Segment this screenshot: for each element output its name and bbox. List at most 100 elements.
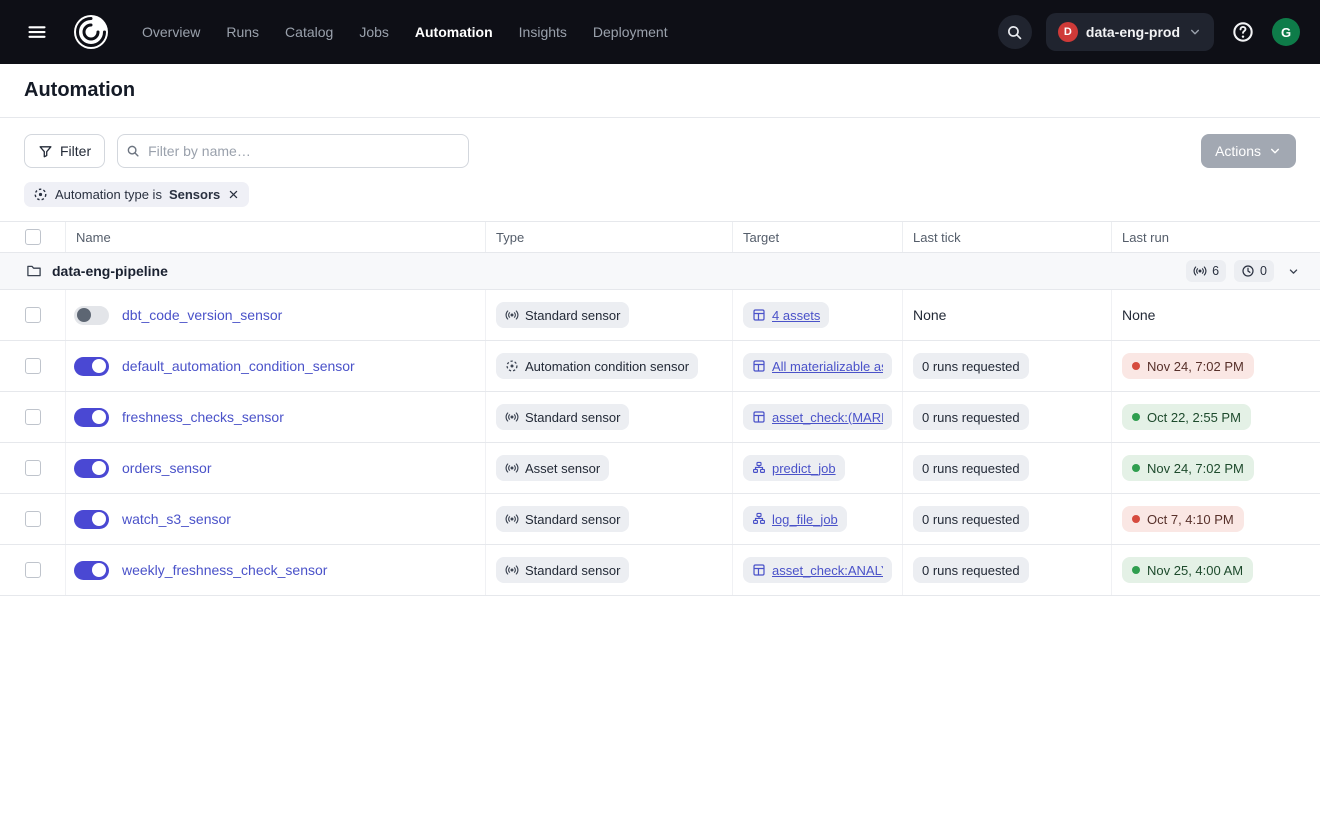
collapse-group-button[interactable] bbox=[1282, 260, 1304, 282]
automation-condition-icon bbox=[33, 187, 48, 202]
last-run-chip[interactable]: Nov 25, 4:00 AM bbox=[1122, 557, 1253, 583]
table-row: dbt_code_version_sensor Standard sensor … bbox=[0, 290, 1320, 341]
filter-icon bbox=[38, 144, 53, 159]
last-tick-chip: 0 runs requested bbox=[913, 506, 1029, 532]
row-checkbox[interactable] bbox=[25, 409, 41, 425]
name-filter bbox=[117, 134, 469, 168]
sensor-count-badge: 6 bbox=[1186, 260, 1226, 282]
nav-item-deployment[interactable]: Deployment bbox=[593, 24, 668, 40]
last-tick-chip: 0 runs requested bbox=[913, 353, 1029, 379]
hamburger-menu-icon[interactable] bbox=[20, 15, 54, 49]
row-checkbox[interactable] bbox=[25, 460, 41, 476]
table-row: freshness_checks_sensor Standard sensor … bbox=[0, 392, 1320, 443]
nav-item-insights[interactable]: Insights bbox=[519, 24, 567, 40]
job-icon bbox=[752, 512, 766, 526]
sensor-toggle[interactable] bbox=[74, 306, 109, 325]
target-chip[interactable]: All materializable as bbox=[743, 353, 892, 379]
row-checkbox[interactable] bbox=[25, 307, 41, 323]
deployment-switcher[interactable]: D data-eng-prod bbox=[1046, 13, 1214, 51]
last-run-chip[interactable]: Nov 24, 7:02 PM bbox=[1122, 353, 1254, 379]
last-tick-chip: 0 runs requested bbox=[913, 557, 1029, 583]
sensor-name-link[interactable]: default_automation_condition_sensor bbox=[122, 358, 355, 374]
last-run-value: None bbox=[1122, 307, 1155, 323]
actions-button[interactable]: Actions bbox=[1201, 134, 1296, 168]
last-run-chip[interactable]: Oct 22, 2:55 PM bbox=[1122, 404, 1251, 430]
last-run-chip[interactable]: Oct 7, 4:10 PM bbox=[1122, 506, 1244, 532]
filter-by-name-input[interactable] bbox=[117, 134, 469, 168]
help-button[interactable] bbox=[1228, 17, 1258, 47]
filter-chip-prefix: Automation type is bbox=[55, 187, 162, 202]
dagster-logo[interactable] bbox=[72, 13, 110, 51]
search-icon bbox=[1006, 24, 1023, 41]
sensor-type-chip: Standard sensor bbox=[496, 404, 629, 430]
target-chip[interactable]: asset_check:(MARK bbox=[743, 404, 892, 430]
sensor-toggle[interactable] bbox=[74, 561, 109, 580]
table-row: weekly_freshness_check_sensor Standard s… bbox=[0, 545, 1320, 596]
nav-item-runs[interactable]: Runs bbox=[226, 24, 259, 40]
column-header-name: Name bbox=[66, 222, 486, 252]
filter-chip-value: Sensors bbox=[169, 187, 220, 202]
row-checkbox[interactable] bbox=[25, 562, 41, 578]
page-title: Automation bbox=[24, 79, 135, 102]
select-all-checkbox[interactable] bbox=[25, 229, 41, 245]
nav-item-jobs[interactable]: Jobs bbox=[359, 24, 389, 40]
deployment-name: data-eng-prod bbox=[1086, 24, 1180, 40]
asset-icon bbox=[752, 563, 766, 577]
last-tick-chip: 0 runs requested bbox=[913, 455, 1029, 481]
sensor-name-link[interactable]: freshness_checks_sensor bbox=[122, 409, 284, 425]
chevron-down-icon bbox=[1188, 25, 1202, 39]
group-counts: 6 0 bbox=[1186, 260, 1304, 282]
primary-nav: Overview Runs Catalog Jobs Automation In… bbox=[142, 24, 668, 40]
sensor-toggle[interactable] bbox=[74, 459, 109, 478]
asset-icon bbox=[752, 410, 766, 424]
actions-button-label: Actions bbox=[1215, 143, 1261, 159]
code-location-group-row: data-eng-pipeline 6 0 bbox=[0, 253, 1320, 290]
row-checkbox[interactable] bbox=[25, 358, 41, 374]
status-dot-icon bbox=[1132, 515, 1140, 523]
target-chip[interactable]: log_file_job bbox=[743, 506, 847, 532]
nav-item-overview[interactable]: Overview bbox=[142, 24, 200, 40]
table-row: watch_s3_sensor Standard sensor log_file… bbox=[0, 494, 1320, 545]
filter-button[interactable]: Filter bbox=[24, 134, 105, 168]
navbar-right-cluster: D data-eng-prod G bbox=[998, 13, 1300, 51]
active-filters-row: Automation type is Sensors bbox=[0, 182, 1320, 222]
status-dot-icon bbox=[1132, 464, 1140, 472]
global-search-button[interactable] bbox=[998, 15, 1032, 49]
nav-item-automation[interactable]: Automation bbox=[415, 24, 493, 40]
target-chip[interactable]: predict_job bbox=[743, 455, 845, 481]
sensor-name-link[interactable]: dbt_code_version_sensor bbox=[122, 307, 282, 323]
sensor-type-chip: Standard sensor bbox=[496, 302, 629, 328]
sensor-name-link[interactable]: orders_sensor bbox=[122, 460, 212, 476]
sensor-icon bbox=[505, 461, 519, 475]
sensor-name-link[interactable]: watch_s3_sensor bbox=[122, 511, 231, 527]
sensor-toggle[interactable] bbox=[74, 357, 109, 376]
sensor-icon bbox=[505, 410, 519, 424]
toolbar: Filter Actions bbox=[0, 118, 1320, 182]
last-run-chip[interactable]: Nov 24, 7:02 PM bbox=[1122, 455, 1254, 481]
table-row: orders_sensor Asset sensor predict_job 0… bbox=[0, 443, 1320, 494]
last-tick-chip: 0 runs requested bbox=[913, 404, 1029, 430]
sensor-toggle[interactable] bbox=[74, 408, 109, 427]
sensor-name-link[interactable]: weekly_freshness_check_sensor bbox=[122, 562, 327, 578]
close-icon bbox=[227, 188, 240, 201]
sensor-type-chip: Standard sensor bbox=[496, 506, 629, 532]
chevron-down-icon bbox=[1268, 144, 1282, 158]
group-name: data-eng-pipeline bbox=[52, 263, 168, 279]
status-dot-icon bbox=[1132, 566, 1140, 574]
table-header: Name Type Target Last tick Last run bbox=[0, 222, 1320, 253]
job-icon bbox=[752, 461, 766, 475]
asset-icon bbox=[752, 359, 766, 373]
remove-filter-button[interactable] bbox=[227, 188, 240, 201]
last-tick-value: None bbox=[913, 307, 946, 323]
target-chip[interactable]: 4 assets bbox=[743, 302, 829, 328]
automation-type-filter-chip: Automation type is Sensors bbox=[24, 182, 249, 207]
column-header-target: Target bbox=[733, 222, 903, 252]
top-navbar: Overview Runs Catalog Jobs Automation In… bbox=[0, 0, 1320, 64]
user-avatar[interactable]: G bbox=[1272, 18, 1300, 46]
sensors-table: Name Type Target Last tick Last run data… bbox=[0, 222, 1320, 596]
row-checkbox[interactable] bbox=[25, 511, 41, 527]
sensor-toggle[interactable] bbox=[74, 510, 109, 529]
nav-item-catalog[interactable]: Catalog bbox=[285, 24, 333, 40]
status-dot-icon bbox=[1132, 362, 1140, 370]
target-chip[interactable]: asset_check:ANALY bbox=[743, 557, 892, 583]
